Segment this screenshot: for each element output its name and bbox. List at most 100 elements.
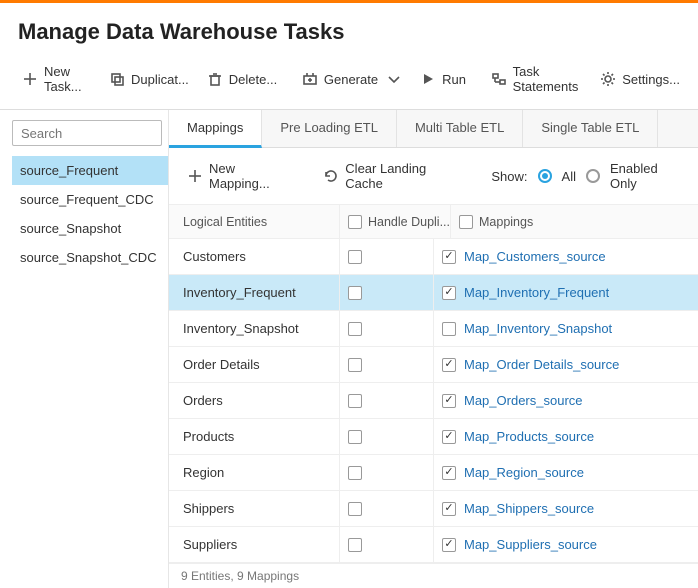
- clear-cache-button[interactable]: Clear Landing Cache: [315, 156, 475, 196]
- search-wrap[interactable]: [12, 120, 162, 146]
- new-mapping-button[interactable]: New Mapping...: [179, 156, 307, 196]
- mapping-cell: Map_Region_source: [433, 455, 698, 490]
- mapping-checkbox[interactable]: [442, 430, 456, 444]
- mapping-cell: Map_Suppliers_source: [433, 527, 698, 562]
- duplicate-icon: [109, 71, 125, 87]
- radio-all-label: All: [562, 169, 576, 184]
- entity-cell: Products: [169, 429, 339, 444]
- mapping-link[interactable]: Map_Shippers_source: [464, 501, 594, 516]
- grid-header: Logical Entities Handle Dupli... Mapping…: [169, 205, 698, 239]
- generate-button[interactable]: Generate: [294, 66, 410, 92]
- task-statements-button[interactable]: Task Statements: [483, 59, 591, 99]
- statements-icon: [491, 71, 507, 87]
- duplicate-label: Duplicat...: [131, 72, 189, 87]
- grid-body: Customers Map_Customers_source Inventory_F…: [169, 239, 698, 563]
- mapping-cell: Map_Order Details_source: [433, 347, 698, 382]
- mapping-cell: Map_Shippers_source: [433, 491, 698, 526]
- mapping-link[interactable]: Map_Inventory_Snapshot: [464, 321, 612, 336]
- source-item[interactable]: source_Frequent: [12, 156, 168, 185]
- tab[interactable]: Mappings: [169, 110, 262, 148]
- task-statements-label: Task Statements: [513, 64, 583, 94]
- mapping-cell: Map_Customers_source: [433, 239, 698, 274]
- grid-row[interactable]: Inventory_FrequentMap_Inventory_Frequent: [169, 275, 698, 311]
- delete-button[interactable]: Delete...: [199, 66, 285, 92]
- header-mappings: Mappings: [479, 215, 533, 229]
- mapping-link[interactable]: Map_Inventory_Frequent: [464, 285, 609, 300]
- mapping-checkbox[interactable]: [442, 502, 456, 516]
- tab[interactable]: Single Table ETL: [523, 110, 658, 147]
- mapping-link[interactable]: Map_Products_source: [464, 429, 594, 444]
- duplicate-button[interactable]: Duplicat...: [101, 66, 197, 92]
- tab[interactable]: Pre Loading ETL: [262, 110, 397, 147]
- plus-icon: [22, 71, 38, 87]
- mapping-link[interactable]: Map_Region_source: [464, 465, 584, 480]
- source-item[interactable]: source_Snapshot: [12, 214, 168, 243]
- mapping-link[interactable]: Map_Orders_source: [464, 393, 583, 408]
- mapping-checkbox[interactable]: [442, 538, 456, 552]
- grid-row[interactable]: Orders Map_Orders_source: [169, 383, 698, 419]
- mapping-checkbox[interactable]: [442, 286, 456, 300]
- dup-cell: [339, 419, 433, 454]
- grid-row[interactable]: Inventory_SnapshotMap_Inventory_Snapshot: [169, 311, 698, 347]
- header-map-checkbox[interactable]: [459, 215, 473, 229]
- mappings-subbar: New Mapping... Clear Landing Cache Show:…: [169, 148, 698, 205]
- new-mapping-label: New Mapping...: [209, 161, 299, 191]
- entity-cell: Orders: [169, 393, 339, 408]
- dup-checkbox[interactable]: [348, 538, 362, 552]
- show-label: Show:: [491, 169, 527, 184]
- grid-row[interactable]: Region Map_Region_source: [169, 455, 698, 491]
- grid-row[interactable]: Order Details Map_Order Details_source: [169, 347, 698, 383]
- dup-checkbox[interactable]: [348, 286, 362, 300]
- settings-label: Settings...: [622, 72, 680, 87]
- grid-row[interactable]: Shippers Map_Shippers_source: [169, 491, 698, 527]
- dup-cell: [339, 455, 433, 490]
- dup-checkbox[interactable]: [348, 358, 362, 372]
- new-task-button[interactable]: New Task...: [14, 59, 99, 99]
- dup-checkbox[interactable]: [348, 394, 362, 408]
- chevron-down-icon: [386, 71, 402, 87]
- tab[interactable]: Multi Table ETL: [397, 110, 523, 147]
- source-item[interactable]: source_Frequent_CDC: [12, 185, 168, 214]
- mapping-cell: Map_Inventory_Snapshot: [433, 311, 698, 346]
- header-entities: Logical Entities: [183, 215, 267, 229]
- radio-all[interactable]: [538, 169, 552, 183]
- radio-enabled-only[interactable]: [586, 169, 600, 183]
- mapping-checkbox[interactable]: [442, 394, 456, 408]
- dup-checkbox[interactable]: [348, 466, 362, 480]
- dup-cell: [339, 311, 433, 346]
- mapping-link[interactable]: Map_Order Details_source: [464, 357, 619, 372]
- new-task-label: New Task...: [44, 64, 91, 94]
- sidebar: source_Frequentsource_Frequent_CDCsource…: [0, 110, 168, 588]
- mapping-checkbox[interactable]: [442, 358, 456, 372]
- entity-cell: Order Details: [169, 357, 339, 372]
- grid-row[interactable]: Suppliers Map_Suppliers_source: [169, 527, 698, 563]
- dup-checkbox[interactable]: [348, 430, 362, 444]
- dup-checkbox[interactable]: [348, 250, 362, 264]
- source-item[interactable]: source_Snapshot_CDC: [12, 243, 168, 272]
- header-dup-checkbox[interactable]: [348, 215, 362, 229]
- mapping-checkbox[interactable]: [442, 466, 456, 480]
- dup-cell: [339, 491, 433, 526]
- mapping-cell: Map_Products_source: [433, 419, 698, 454]
- entity-cell: Suppliers: [169, 537, 339, 552]
- entity-cell: Shippers: [169, 501, 339, 516]
- entity-cell: Customers: [169, 249, 339, 264]
- mapping-checkbox[interactable]: [442, 322, 456, 336]
- dup-cell: [339, 383, 433, 418]
- generate-icon: [302, 71, 318, 87]
- grid-row[interactable]: Customers Map_Customers_source: [169, 239, 698, 275]
- mapping-checkbox[interactable]: [442, 250, 456, 264]
- mapping-link[interactable]: Map_Suppliers_source: [464, 537, 597, 552]
- dup-cell: [339, 527, 433, 562]
- tabs: MappingsPre Loading ETLMulti Table ETLSi…: [169, 110, 698, 148]
- dup-checkbox[interactable]: [348, 502, 362, 516]
- grid-row[interactable]: Products Map_Products_source: [169, 419, 698, 455]
- entity-cell: Region: [169, 465, 339, 480]
- mapping-link[interactable]: Map_Customers_source: [464, 249, 606, 264]
- run-button[interactable]: Run: [412, 66, 474, 92]
- mapping-cell: Map_Orders_source: [433, 383, 698, 418]
- dup-checkbox[interactable]: [348, 322, 362, 336]
- settings-button[interactable]: Settings...: [592, 66, 688, 92]
- main-panel: MappingsPre Loading ETLMulti Table ETLSi…: [168, 110, 698, 588]
- refresh-icon: [323, 168, 339, 184]
